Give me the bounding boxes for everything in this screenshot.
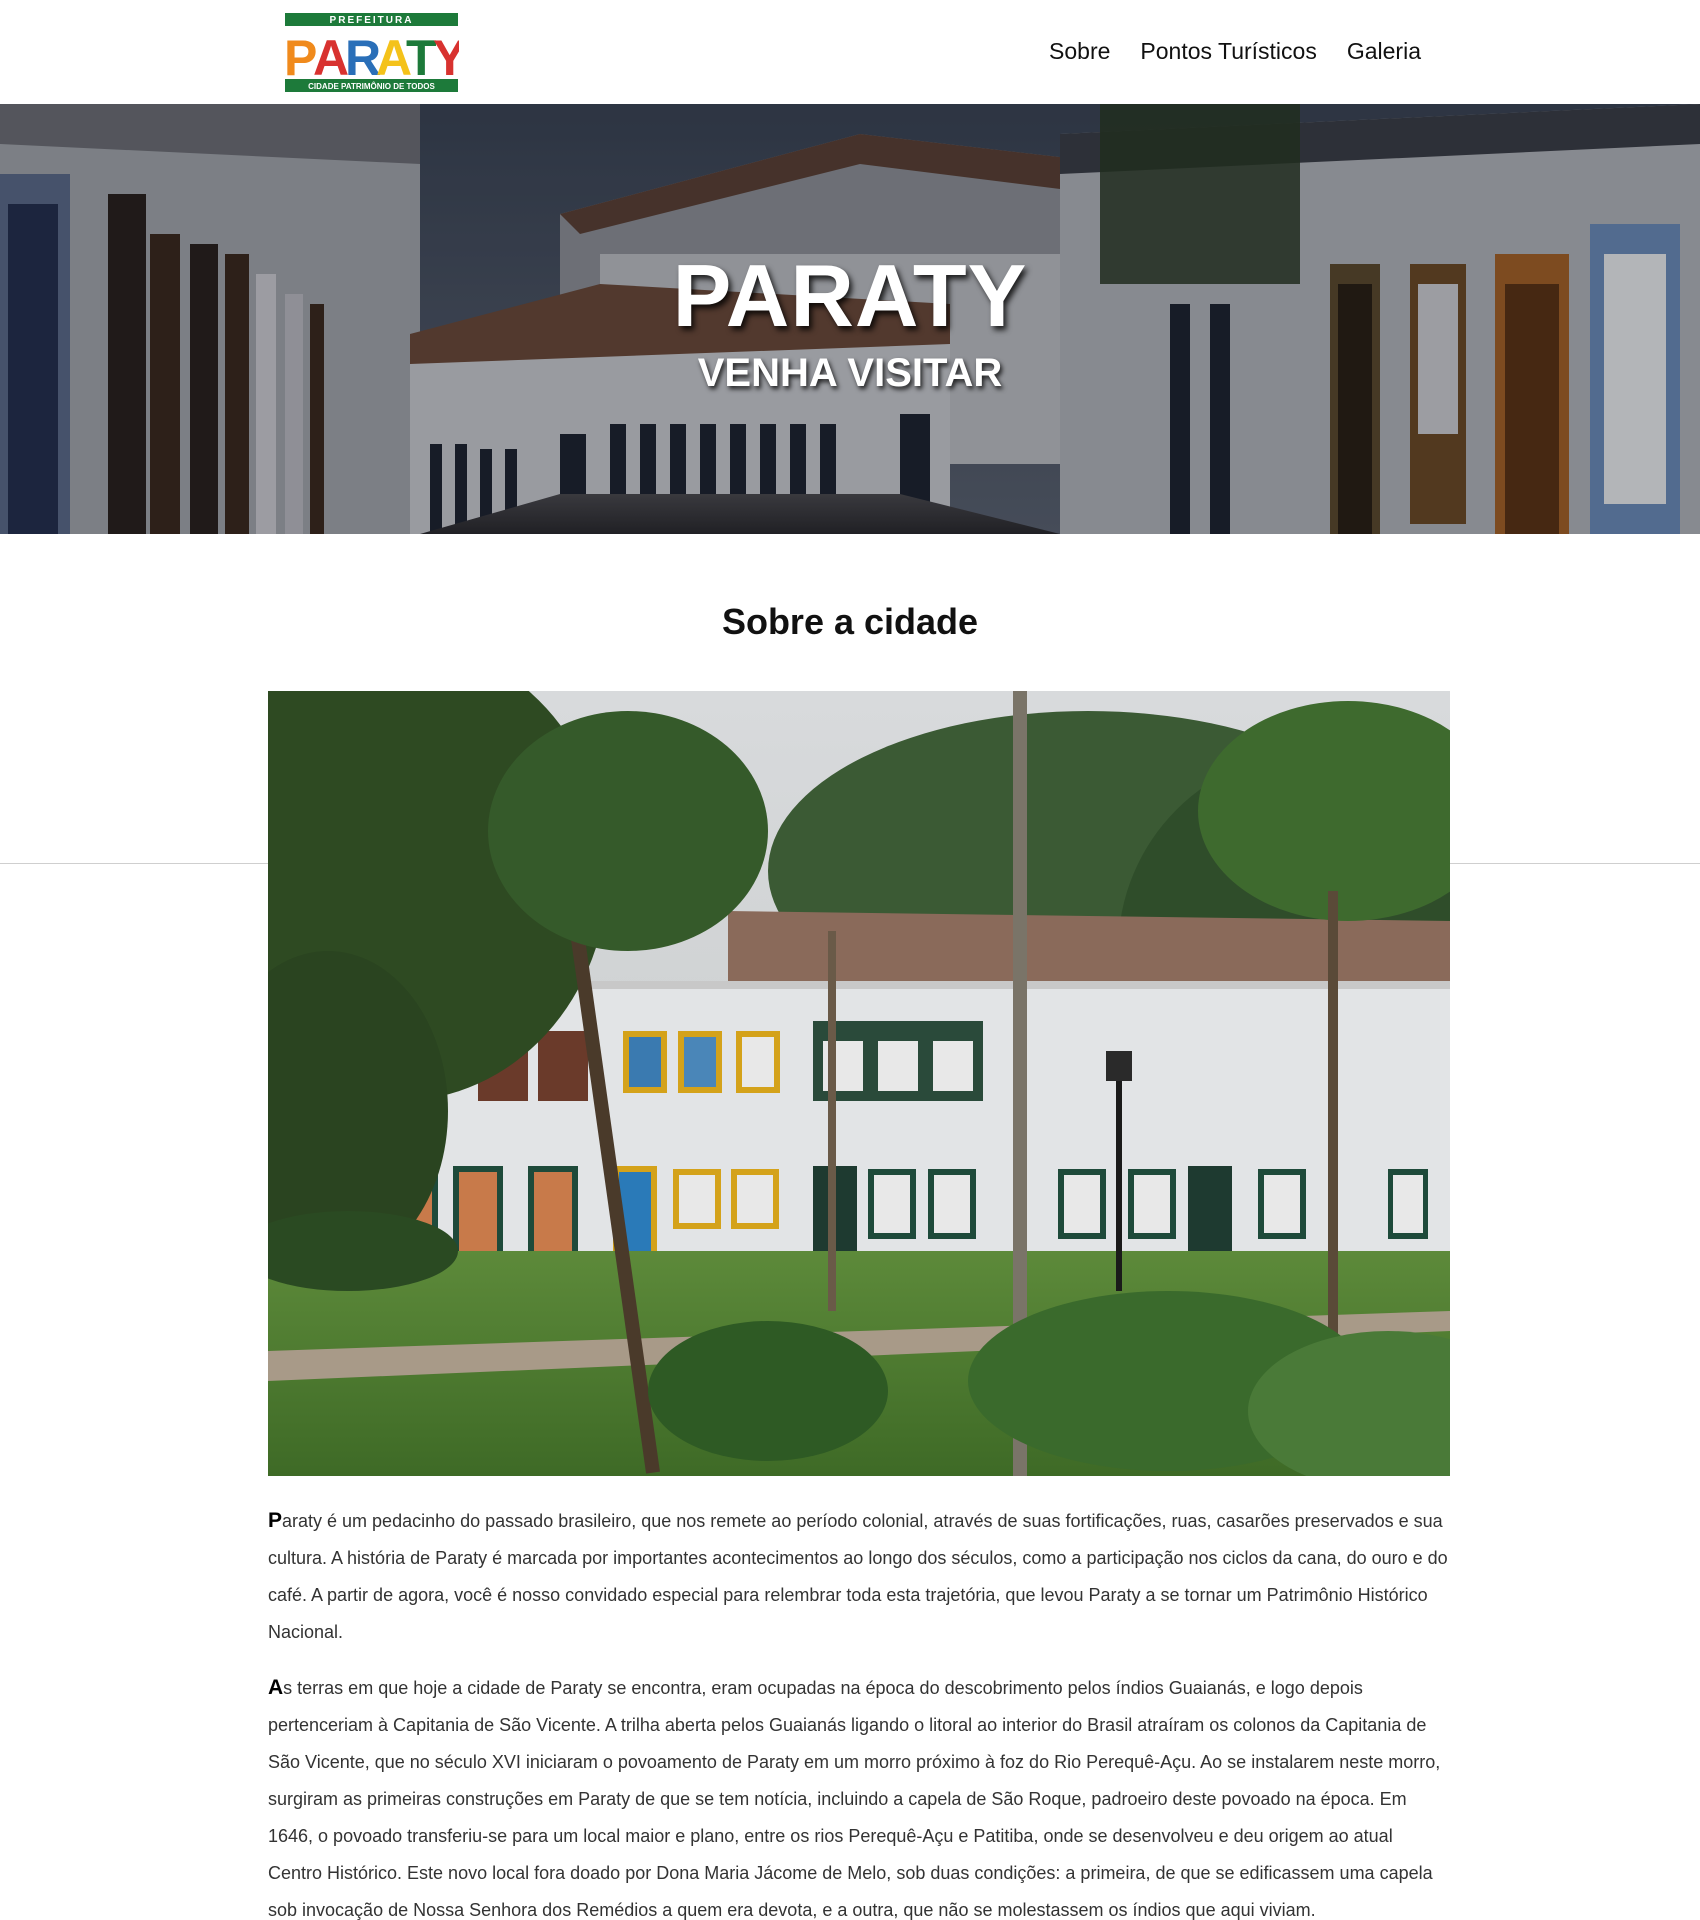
paraty-logo[interactable]: PREFEITURA P A R A T Y CIDADE PATRIMÔNIO… bbox=[284, 13, 466, 92]
hero-banner: PARATY VENHA VISITAR bbox=[0, 104, 1700, 534]
svg-text:A: A bbox=[313, 30, 349, 86]
drop-cap: A bbox=[268, 1676, 284, 1699]
paragraph-text: s terras em que hoje a cidade de Paraty … bbox=[268, 1678, 1441, 1920]
about-paragraph-1: Paraty é um pedacinho do passado brasile… bbox=[268, 1502, 1450, 1651]
hero-subtitle: VENHA VISITAR bbox=[697, 351, 1003, 395]
section-title: Sobre a cidade bbox=[721, 601, 979, 642]
nav-link-galeria[interactable]: Galeria bbox=[1347, 36, 1421, 66]
main-nav: Sobre Pontos Turísticos Galeria bbox=[1049, 36, 1421, 66]
hero-title: PARATY bbox=[672, 246, 1028, 345]
nav-link-sobre[interactable]: Sobre bbox=[1049, 36, 1110, 66]
about-photo bbox=[268, 691, 1450, 1476]
drop-cap: P bbox=[268, 1509, 283, 1532]
logo-word: P A R A T Y bbox=[284, 30, 466, 86]
svg-text:Y: Y bbox=[433, 30, 459, 86]
nav-link-pontos-turisticos[interactable]: Pontos Turísticos bbox=[1140, 36, 1316, 66]
logo-bottom-text: CIDADE PATRIMÔNIO DE TODOS bbox=[308, 82, 435, 91]
logo-top-text: PREFEITURA bbox=[330, 15, 414, 26]
paragraph-text: araty é um pedacinho do passado brasilei… bbox=[268, 1511, 1448, 1642]
svg-text:T: T bbox=[406, 30, 437, 86]
site-header: PREFEITURA P A R A T Y CIDADE PATRIMÔNIO… bbox=[0, 0, 1700, 104]
about-paragraph-2: As terras em que hoje a cidade de Paraty… bbox=[268, 1669, 1450, 1920]
